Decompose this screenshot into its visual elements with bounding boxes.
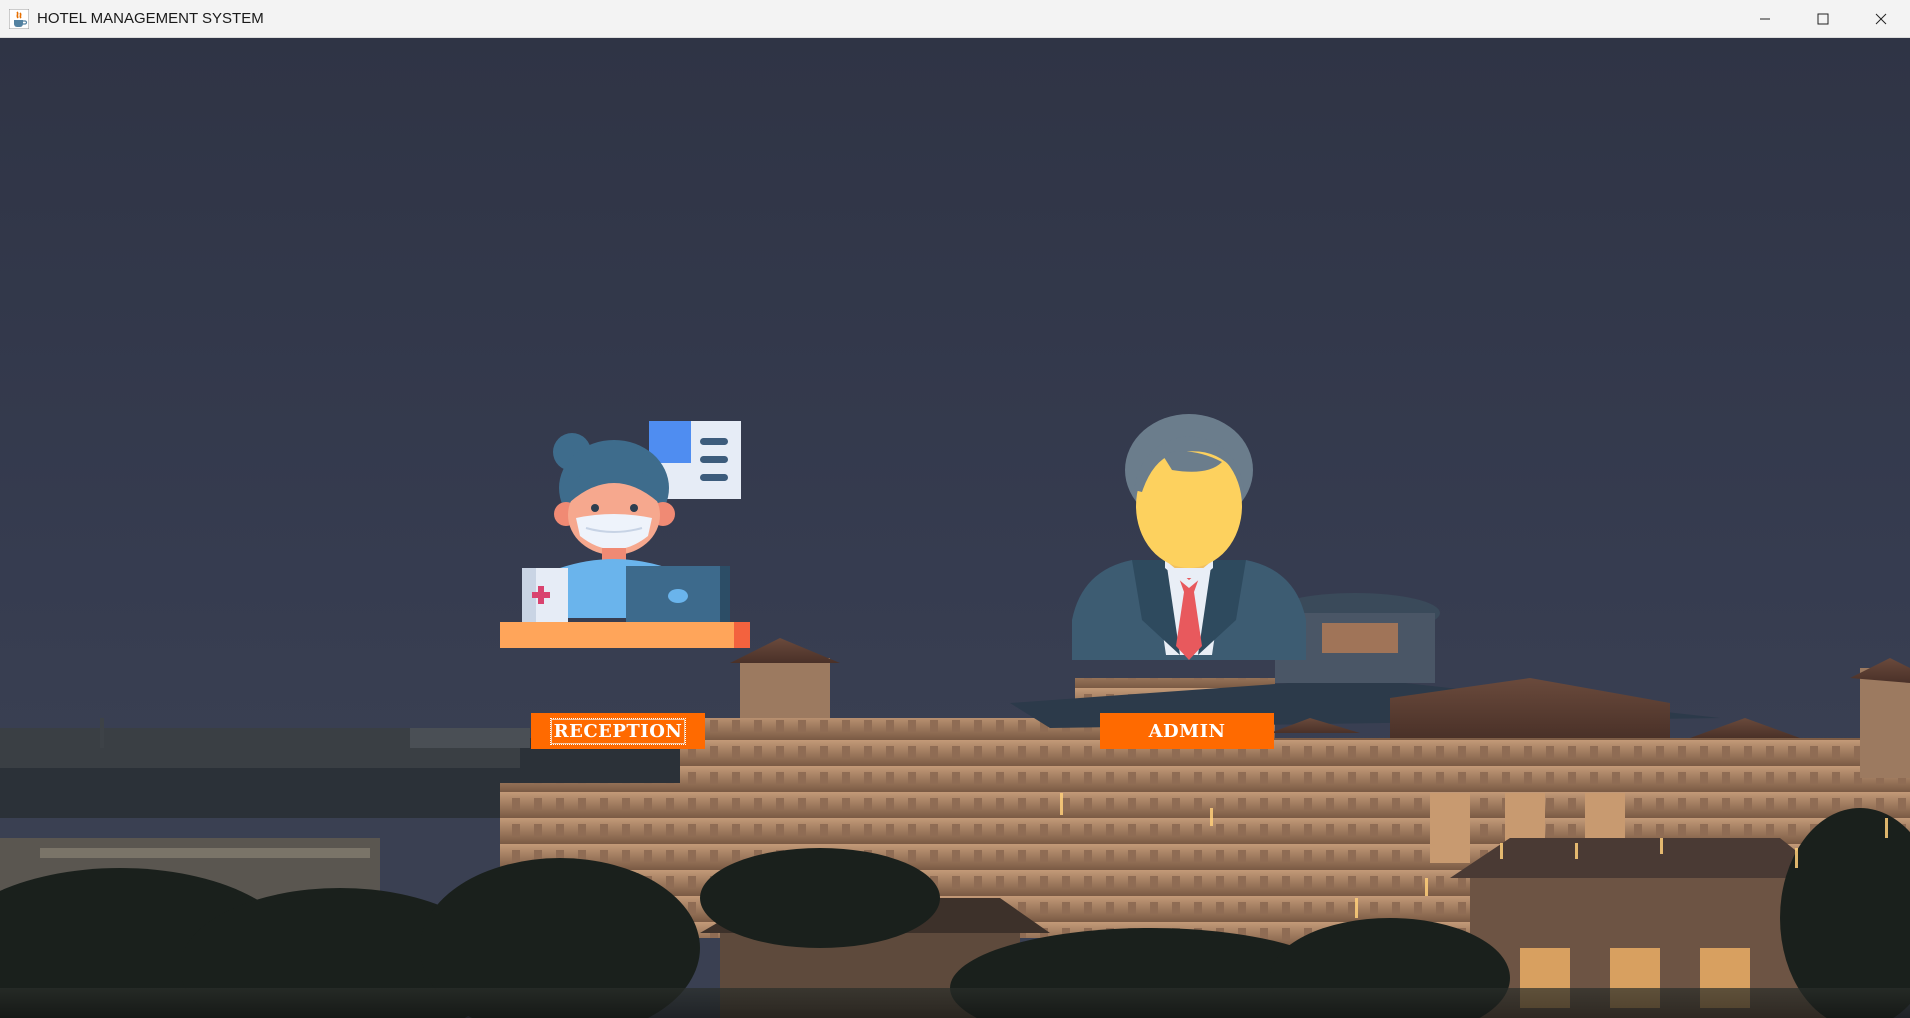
java-cup-icon <box>8 8 30 29</box>
maximize-button[interactable] <box>1794 0 1852 38</box>
title-bar[interactable]: HOTEL MANAGEMENT SYSTEM <box>0 0 1910 38</box>
minimize-button[interactable] <box>1736 0 1794 38</box>
window-controls <box>1736 0 1910 38</box>
close-icon <box>1875 13 1887 25</box>
hotel-photo-background <box>0 38 1910 1018</box>
main-panel: RECEPTION ADMIN <box>0 38 1910 1018</box>
admin-businessman-icon[interactable] <box>1062 410 1316 660</box>
reception-button[interactable]: RECEPTION <box>531 713 705 749</box>
window-title: HOTEL MANAGEMENT SYSTEM <box>37 10 264 27</box>
receptionist-icon[interactable] <box>498 418 752 654</box>
maximize-icon <box>1817 13 1829 25</box>
close-button[interactable] <box>1852 0 1910 38</box>
reception-button-label: RECEPTION <box>549 717 687 745</box>
admin-button-label: ADMIN <box>1148 720 1226 742</box>
admin-button[interactable]: ADMIN <box>1100 713 1274 749</box>
app-window: HOTEL MANAGEMENT SYSTEM RECEPTION ADMIN <box>0 0 1910 1018</box>
minimize-icon <box>1760 18 1770 20</box>
